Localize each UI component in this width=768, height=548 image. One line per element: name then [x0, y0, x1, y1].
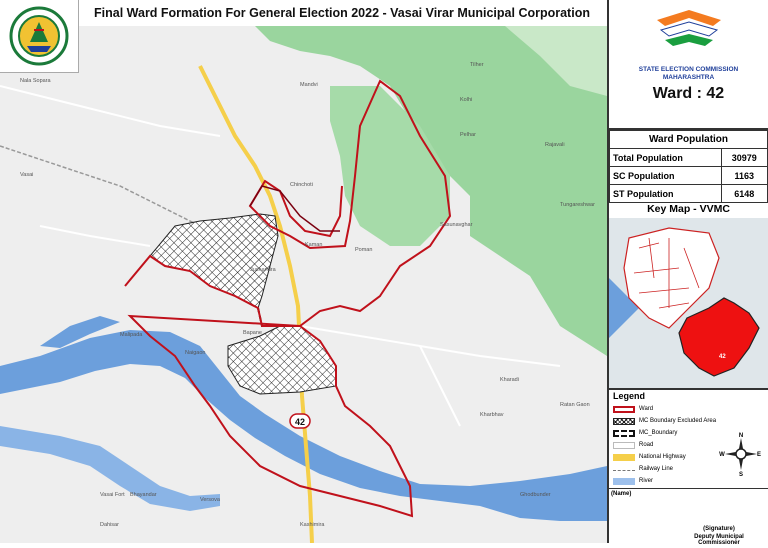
table-row: Total Population 30979 — [609, 148, 768, 167]
ward-badge-label: 42 — [295, 417, 305, 427]
place-label: Rajavali — [545, 142, 565, 148]
place-label: Vasai — [20, 172, 33, 178]
place-label: Mandvi — [300, 82, 318, 88]
place-label: Juchandra — [250, 267, 277, 273]
vvmc-logo — [0, 0, 79, 73]
place-label: Kolhi — [460, 97, 472, 103]
legend-label: River — [639, 478, 654, 484]
legend: Legend Ward MC Boundary Excluded Area MC… — [609, 390, 768, 488]
population-label: SC Population — [609, 166, 722, 185]
info-panel: STATE ELECTION COMMISSION MAHARASHTRA Wa… — [607, 0, 768, 546]
highway-swatch-icon — [613, 453, 635, 461]
table-row: SC Population 1163 — [609, 166, 768, 185]
place-label: Kashimira — [300, 522, 325, 528]
population-label: ST Population — [609, 184, 722, 203]
commission-line2: MAHARASHTRA — [662, 74, 715, 81]
ward-badge: 42 — [289, 413, 311, 429]
legend-label: Ward — [639, 406, 654, 412]
ward-map-svg: 42 Nala Sopara Vasai Kaman Chinchoti Pelhar J… — [0, 26, 607, 544]
crosshatch-swatch-icon — [613, 417, 635, 425]
road-swatch-icon — [613, 441, 635, 449]
compass-s: S — [739, 472, 743, 476]
keymap-svg: 42 — [609, 218, 768, 388]
legend-item-excluded: MC Boundary Excluded Area — [613, 416, 716, 426]
legend-item-highway: National Highway — [613, 452, 686, 462]
legend-label: Railway Line — [639, 466, 674, 472]
population-value: 30979 — [720, 148, 768, 167]
place-label: Tilher — [470, 62, 484, 68]
railway-swatch-icon — [613, 470, 635, 471]
legend-item-river: River — [613, 476, 653, 486]
place-label: Malipada — [120, 332, 143, 338]
place-label: Bhayandar — [130, 492, 157, 498]
legend-item-railway: Railway Line — [613, 464, 673, 474]
place-label: Bapane — [243, 330, 262, 336]
legend-item-mc-boundary: MC_Boundary — [613, 428, 677, 438]
place-label: Nala Sopara — [20, 78, 52, 84]
ward-number-label: Ward : 42 — [652, 85, 725, 102]
compass-e: E — [757, 452, 761, 458]
legend-title: Legend — [613, 391, 646, 401]
keymap: 42 — [609, 218, 768, 390]
place-label: Sasunavghar — [440, 222, 473, 228]
place-label: Pelhar — [460, 132, 476, 138]
river-swatch-icon — [613, 477, 635, 485]
population-table: Ward Population Total Population 30979 S… — [609, 130, 768, 203]
place-label: Kharbhav — [480, 412, 504, 418]
place-label: Poman — [355, 247, 372, 253]
commission-line1: STATE ELECTION COMMISSION — [638, 66, 739, 73]
designation-label: Deputy Municipal Commissioner — [694, 534, 744, 546]
name-label: (Name) — [611, 491, 632, 497]
ward-swatch-icon — [613, 405, 635, 413]
ward-map[interactable]: 42 Nala Sopara Vasai Kaman Chinchoti Pelhar J… — [0, 26, 607, 544]
place-label: Versova — [200, 497, 221, 503]
table-row: ST Population 6148 — [609, 184, 768, 203]
keymap-ward-tag: 42 — [719, 354, 726, 360]
signature-label: (Signature) — [703, 526, 735, 532]
legend-label: National Highway — [639, 454, 686, 460]
legend-item-ward: Ward — [613, 404, 653, 414]
compass-w: W — [719, 452, 725, 458]
vvmc-emblem-icon — [9, 6, 69, 66]
map-title: Final Ward Formation For General Electio… — [78, 0, 606, 27]
place-label: Naigaon — [185, 350, 206, 356]
legend-item-road: Road — [613, 440, 653, 450]
place-label: Ratan Gaon — [560, 402, 590, 408]
place-label: Ghodbunder — [520, 492, 551, 498]
legend-label: MC_Boundary — [639, 430, 678, 436]
election-commission-tricolor-logo-icon — [639, 5, 738, 61]
commission-box: STATE ELECTION COMMISSION MAHARASHTRA Wa… — [609, 0, 768, 130]
population-heading: Ward Population — [609, 130, 768, 149]
place-label: Dahisar — [100, 522, 119, 528]
place-label: Tungareshwar — [560, 202, 595, 208]
signature-box: (Name) (Signature) Deputy Municipal Comm… — [609, 488, 768, 546]
place-label: Kharadi — [500, 377, 519, 383]
compass-n: N — [739, 433, 743, 439]
legend-label: MC Boundary Excluded Area — [639, 418, 717, 424]
population-value: 1163 — [720, 166, 768, 185]
place-label: Kaman — [305, 242, 322, 248]
population-value: 6148 — [720, 184, 768, 203]
place-label: Chinchoti — [290, 182, 313, 188]
map-title-text: Final Ward Formation For General Electio… — [94, 6, 590, 20]
compass-rose-icon: N E S W — [719, 433, 761, 476]
legend-label: Road — [639, 442, 654, 448]
dashed-box-swatch-icon — [613, 429, 635, 437]
commission-name: STATE ELECTION COMMISSION MAHARASHTRA — [609, 66, 768, 82]
place-label: Vasai Fort — [100, 492, 125, 498]
population-label: Total Population — [609, 148, 722, 167]
